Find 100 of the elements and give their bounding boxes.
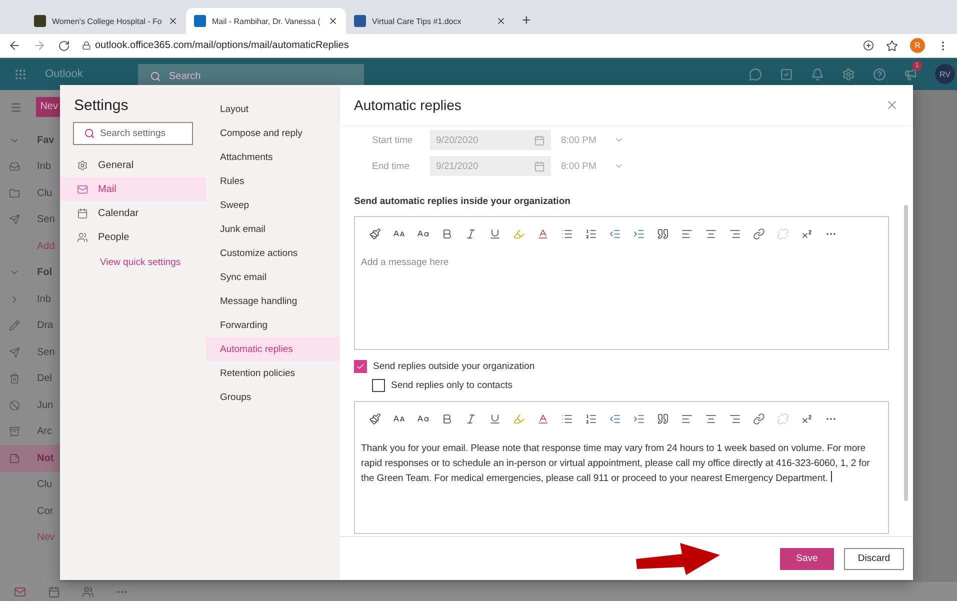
folder-item[interactable]: Jun (0, 392, 60, 418)
settings-page-item[interactable]: Sweep (206, 193, 340, 217)
paintbrush-button[interactable] (367, 413, 383, 425)
settings-page-item[interactable]: Compose and reply (206, 121, 340, 145)
date-field[interactable]: 9/20/2020 (430, 130, 551, 150)
profile-avatar[interactable]: R (910, 38, 925, 53)
align-right-button[interactable] (727, 228, 743, 240)
browser-tab[interactable]: Women's College Hospital - Fo (26, 8, 186, 34)
chat-icon[interactable] (749, 68, 762, 80)
indent-button[interactable] (631, 228, 647, 240)
settings-page-item[interactable]: Layout (206, 97, 340, 121)
star-icon[interactable] (886, 40, 898, 52)
folder-item[interactable]: Inb (0, 286, 60, 312)
folder-item[interactable]: Sen (0, 339, 60, 366)
settings-page-item[interactable]: Sync email (206, 265, 340, 289)
address-field[interactable]: outlook.office365.com/mail/options/mail/automaticReplies (95, 40, 851, 51)
folder-item[interactable]: Arc (0, 418, 60, 445)
settings-page-item[interactable]: Retention policies (206, 361, 340, 385)
align-left-icon (681, 228, 693, 240)
align-left-button[interactable] (679, 413, 695, 425)
trash-icon (9, 373, 20, 384)
close-button[interactable] (885, 98, 899, 112)
message-editor[interactable]: Add a message here (354, 216, 889, 350)
calendar-icon[interactable] (48, 586, 60, 598)
time-dropdown[interactable]: 8:00 PM (561, 160, 624, 172)
calendar-icon (534, 134, 545, 146)
outdent-button[interactable] (607, 413, 623, 425)
settings-page-item[interactable]: Groups (206, 385, 340, 409)
folder-item[interactable]: Fav (0, 127, 60, 154)
folder-item[interactable]: Inb (0, 154, 60, 180)
settings-page-item[interactable]: Attachments (206, 145, 340, 169)
megaphone-icon[interactable] (904, 68, 917, 80)
add-icon[interactable] (863, 40, 874, 51)
bell-icon[interactable] (811, 68, 824, 80)
folder-item[interactable]: Clu (0, 180, 60, 206)
back-icon[interactable] (8, 39, 21, 52)
folder-icon (9, 188, 20, 199)
italic-icon (465, 228, 477, 240)
new-tab-button[interactable]: + (514, 12, 539, 34)
settings-icon[interactable] (842, 68, 855, 80)
category-label: People (98, 232, 130, 242)
settings-page-item[interactable]: Customize actions (206, 241, 340, 265)
message-editor[interactable] (354, 401, 889, 534)
link-button[interactable] (751, 228, 767, 240)
browser-tab[interactable]: Virtual Care Tips #1.docx (346, 8, 514, 34)
folder-item[interactable]: Nev (0, 524, 60, 551)
quick-settings-link[interactable]: View quick settings (100, 257, 206, 268)
folder-item[interactable]: Clu (0, 472, 60, 498)
paintbrush-button[interactable] (367, 228, 383, 240)
settings-page-item[interactable]: Rules (206, 169, 340, 193)
settings-category[interactable]: Mail (60, 177, 206, 201)
link-icon (753, 228, 765, 240)
outdent-button[interactable] (607, 228, 623, 240)
unlink-icon (777, 413, 789, 425)
settings-category[interactable]: Calendar (60, 201, 206, 225)
quote-button[interactable] (655, 228, 671, 240)
settings-category[interactable]: People (60, 225, 206, 249)
scrollbar[interactable] (904, 205, 908, 501)
settings-page-item[interactable]: Automatic replies (206, 337, 340, 361)
folder-item[interactable]: Sen (0, 206, 60, 233)
folder-item[interactable]: Fol (0, 260, 60, 286)
align-left-button[interactable] (679, 228, 695, 240)
folder-item[interactable]: Not (0, 445, 60, 472)
reload-icon[interactable] (58, 40, 70, 52)
task-icon[interactable] (780, 68, 793, 80)
link-button[interactable] (751, 413, 767, 425)
indent-button[interactable] (631, 413, 647, 425)
close-icon[interactable] (496, 16, 506, 26)
align-center-button[interactable] (703, 228, 719, 240)
user-avatar[interactable]: RV (935, 64, 955, 84)
settings-page-item[interactable]: Forwarding (206, 313, 340, 337)
settings-category[interactable]: General (60, 153, 206, 177)
folder-item[interactable]: Dra (0, 312, 60, 339)
align-center-button[interactable] (703, 413, 719, 425)
help-icon[interactable] (873, 68, 886, 80)
browser-tab[interactable]: Mail - Rambihar, Dr. Vanessa ( (186, 8, 346, 34)
close-icon[interactable] (168, 16, 178, 26)
quote-button[interactable] (655, 413, 671, 425)
section-heading: Send automatic replies inside your organization (354, 196, 572, 207)
folder-item[interactable]: Add (0, 233, 60, 260)
time-dropdown[interactable]: 8:00 PM (561, 134, 624, 146)
close-icon[interactable] (328, 16, 338, 26)
app-name: Outlook (45, 68, 84, 80)
new-message-button[interactable]: Nev (36, 97, 60, 117)
message-text: Thank you for your email. Please note that response time may vary from 24 hours to 1 week based on volume. For more rapid responses or to schedule an in-person or virtual appointment, please call my office directly at 416-323-6060, 1, 2 for the Green Team. For medical emergencies, please call 911 or proceed to your nearest Emergency Department. (361, 442, 871, 486)
discard-button[interactable]: Discard (844, 548, 904, 570)
settings-page-item[interactable]: Message handling (206, 289, 340, 313)
font-color-icon (537, 228, 549, 240)
align-right-button[interactable] (727, 413, 743, 425)
date-field[interactable]: 9/21/2020 (430, 156, 551, 176)
people-icon[interactable] (82, 586, 94, 598)
checkbox[interactable] (372, 379, 385, 392)
underline-icon (489, 228, 501, 240)
checkbox[interactable] (354, 360, 367, 373)
calendar-icon (534, 160, 545, 172)
folder-item[interactable]: Del (0, 366, 60, 392)
search-settings-field[interactable]: Search settings (73, 122, 193, 145)
folder-item[interactable]: Cor (0, 498, 60, 524)
save-button[interactable]: Save (780, 548, 834, 570)
settings-page-item[interactable]: Junk email (206, 217, 340, 241)
